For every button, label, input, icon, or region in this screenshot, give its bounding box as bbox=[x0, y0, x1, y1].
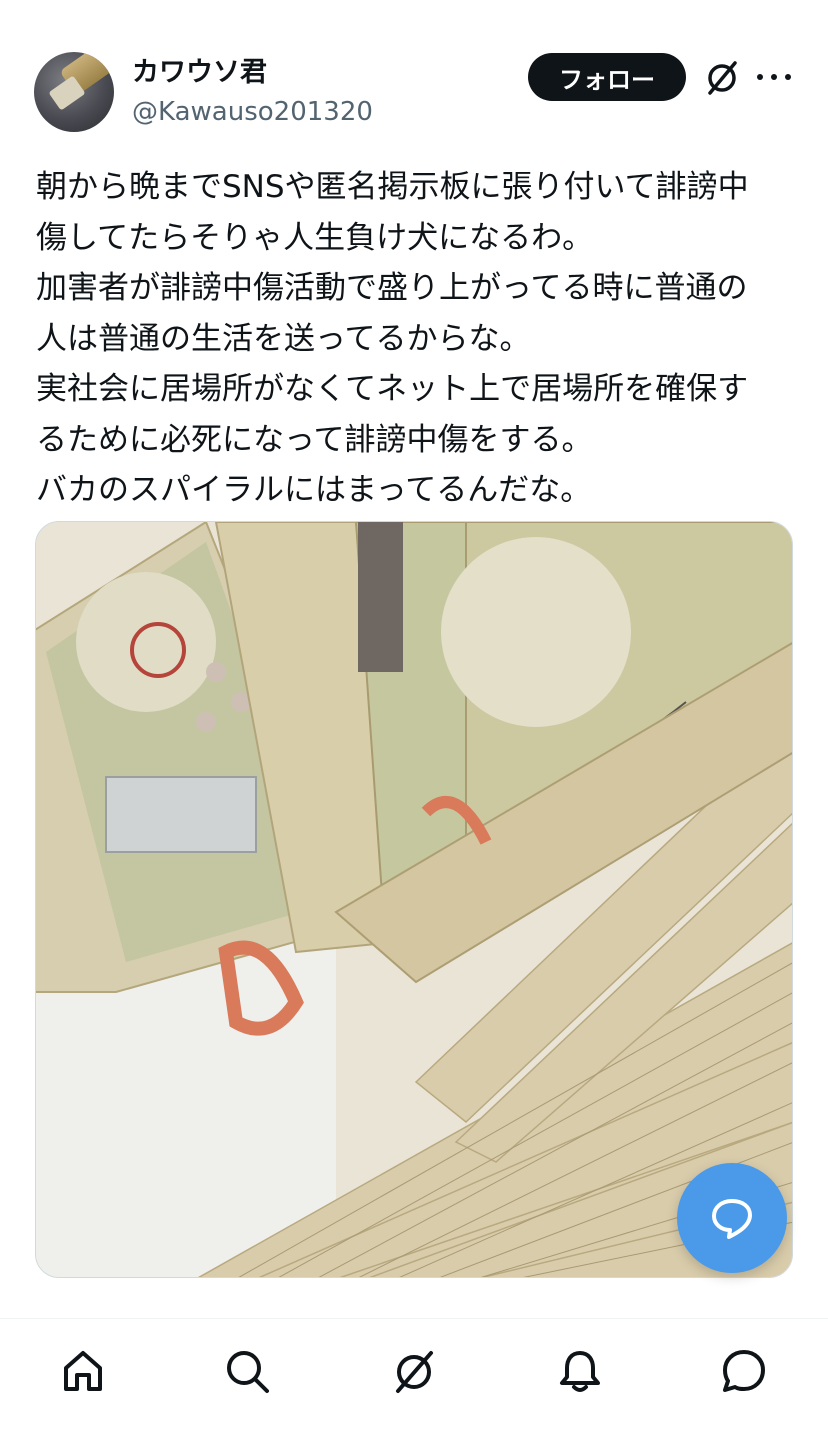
user-handle[interactable]: @Kawauso201320 bbox=[132, 95, 373, 129]
post-text-line: 人は普通の生活を送ってるからな。 bbox=[36, 320, 531, 357]
messages-icon[interactable] bbox=[716, 1343, 772, 1399]
reply-button[interactable] bbox=[677, 1163, 787, 1273]
display-name[interactable]: カワウソ君 bbox=[132, 56, 267, 90]
post-text-line: 朝から晩までSNSや匿名掲示板に張り付いて誹謗中 bbox=[36, 169, 749, 205]
follow-button[interactable]: フォロー bbox=[528, 53, 686, 101]
post-text-line: バカのスパイラルにはまってるんだな。 bbox=[36, 472, 592, 508]
reply-bubble-icon bbox=[712, 1199, 752, 1239]
post-text-line: るために必死になって誹謗中傷をする。 bbox=[36, 421, 593, 458]
home-icon[interactable] bbox=[55, 1343, 111, 1399]
grok-icon[interactable] bbox=[386, 1343, 442, 1399]
post-text-line: 加害者が誹謗中傷活動で盛り上がってる時に普通の bbox=[36, 270, 748, 306]
grok-icon[interactable] bbox=[702, 57, 742, 97]
bottom-tab-bar bbox=[0, 1318, 828, 1439]
search-icon[interactable] bbox=[219, 1343, 275, 1399]
avatar[interactable] bbox=[34, 52, 114, 132]
post-text-line: 傷してたらそりゃ人生負け犬になるわ。 bbox=[36, 219, 594, 256]
more-icon[interactable] bbox=[757, 62, 791, 92]
post-text: 朝から晩までSNSや匿名掲示板に張り付いて誹謗中 傷してたらそりゃ人生負け犬にな… bbox=[36, 162, 796, 516]
post-text-line: 実社会に居場所がなくてネット上で居場所を確保す bbox=[36, 371, 749, 407]
post-media[interactable] bbox=[35, 521, 793, 1278]
banknotes-photo bbox=[36, 522, 792, 1277]
notifications-icon[interactable] bbox=[552, 1343, 608, 1399]
